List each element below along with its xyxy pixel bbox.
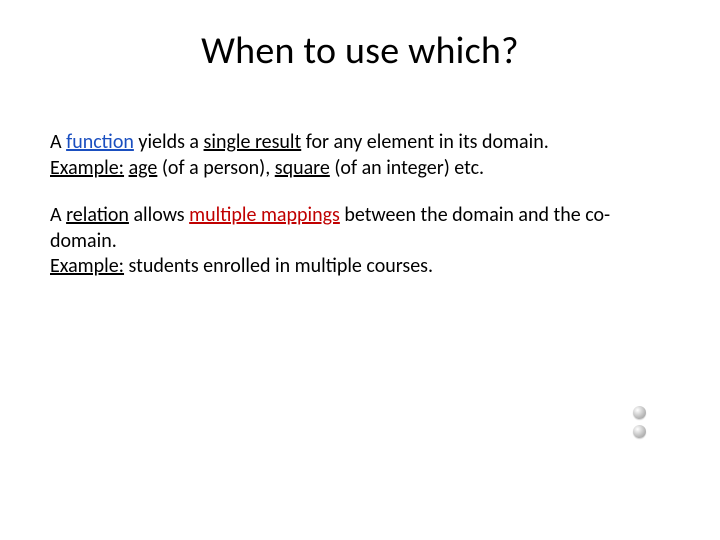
dot-icon — [633, 425, 646, 438]
example-label: Example: — [50, 156, 124, 180]
multiple-mappings-phrase: multiple mappings — [189, 203, 340, 227]
relation-term: relation — [66, 203, 129, 227]
text-segment: for any element in its domain. — [301, 130, 549, 154]
text-segment: students enrolled in multiple courses. — [124, 254, 433, 278]
function-paragraph: A function yields a single result for an… — [50, 130, 670, 181]
decorative-dots — [633, 406, 646, 438]
dot-icon — [633, 406, 646, 419]
function-term: function — [66, 130, 134, 154]
single-result-phrase: single result — [204, 130, 302, 154]
example-label: Example: — [50, 254, 124, 278]
text-segment: allows — [129, 203, 189, 227]
text-segment: (of an integer) etc. — [330, 156, 484, 180]
text-segment: A — [50, 203, 66, 227]
text-segment: yields a — [134, 130, 204, 154]
slide-title: When to use which? — [50, 28, 670, 74]
square-term: square — [275, 156, 330, 180]
relation-paragraph: A relation allows multiple mappings betw… — [50, 203, 670, 280]
text-segment: A — [50, 130, 66, 154]
slide: When to use which? A function yields a s… — [0, 0, 720, 540]
text-segment: (of a person), — [157, 156, 274, 180]
age-term: age — [129, 156, 158, 180]
